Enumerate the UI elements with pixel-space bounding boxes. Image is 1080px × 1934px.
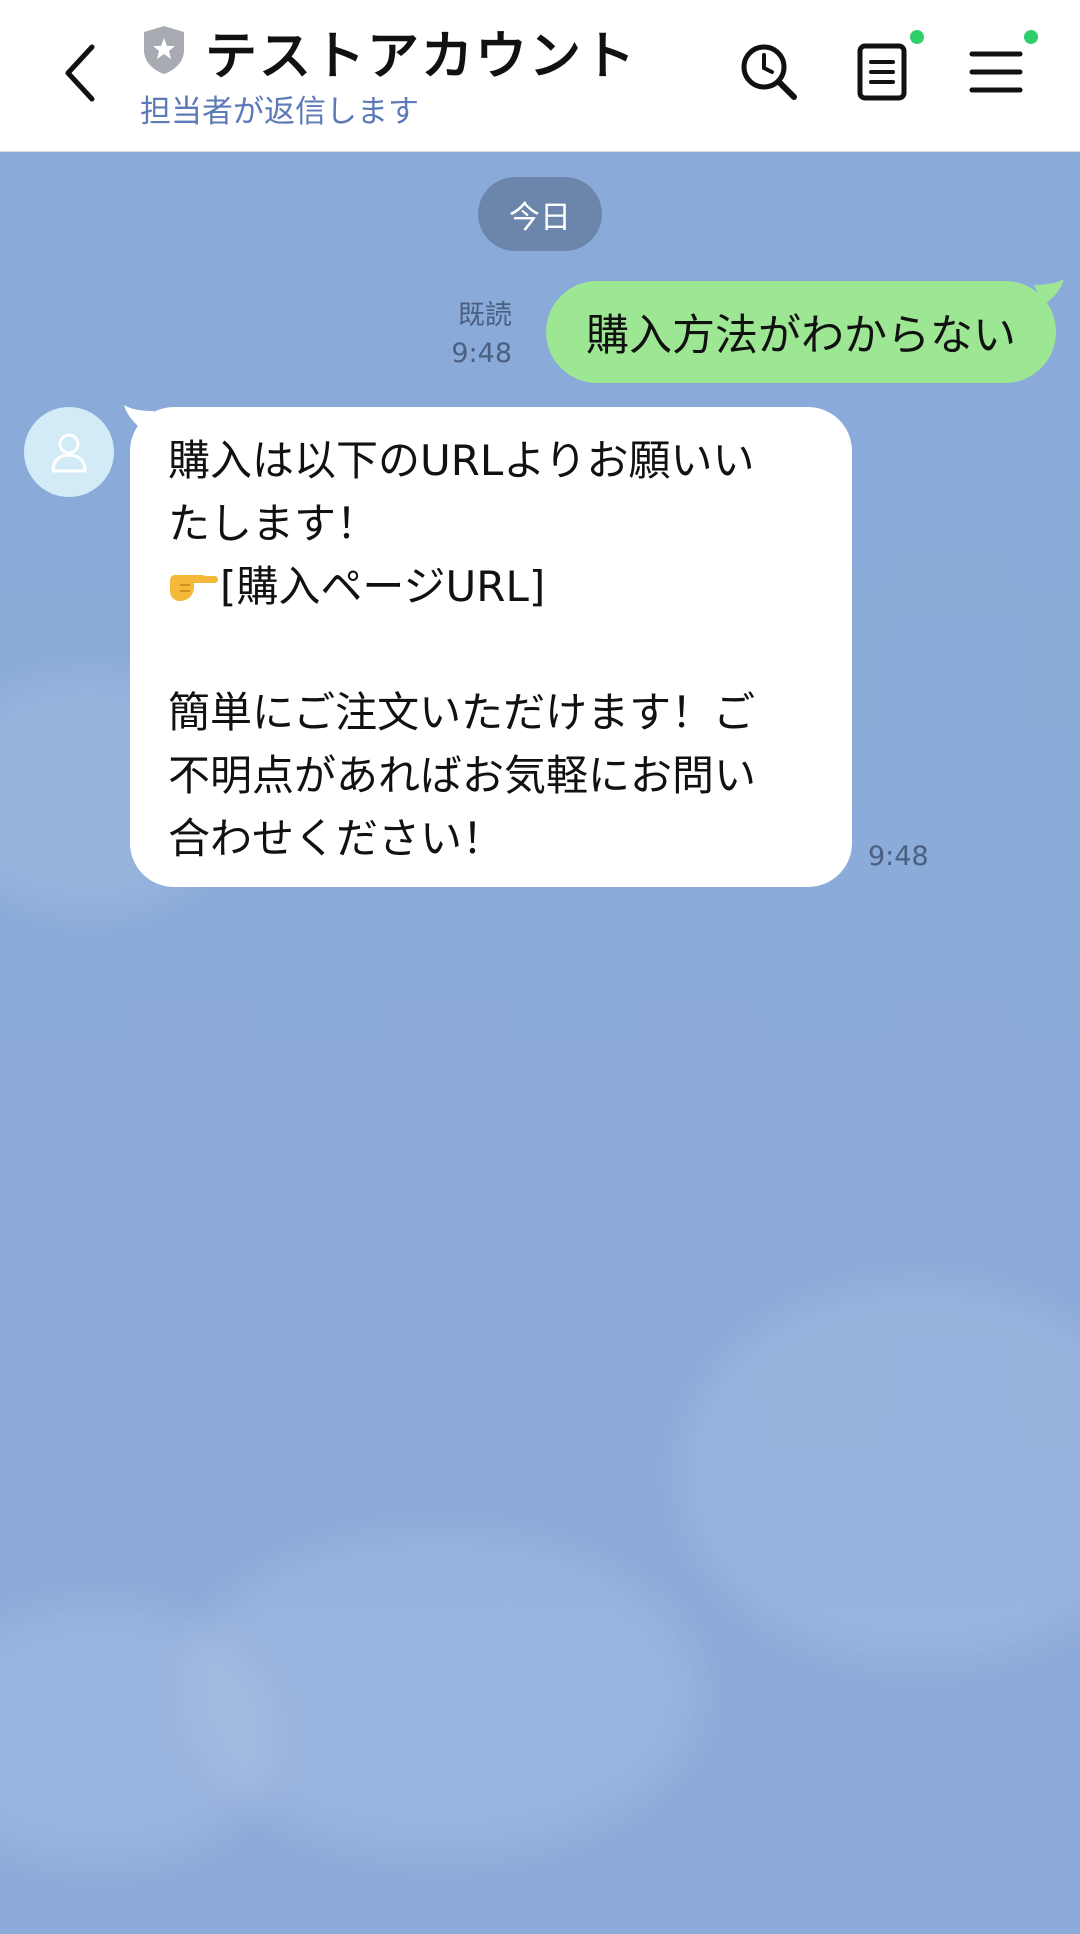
sent-message-meta: 既読 9:48 bbox=[451, 297, 512, 373]
sent-message-bubble[interactable]: 購入方法がわからない bbox=[546, 279, 1064, 383]
back-button[interactable] bbox=[50, 38, 110, 108]
received-message-line: 購入は以下のURLよりお願いい bbox=[168, 436, 755, 485]
purchase-page-link[interactable]: [購入ページURL] bbox=[220, 562, 545, 611]
pointing-hand-emoji bbox=[170, 574, 218, 601]
notes-icon bbox=[857, 43, 907, 101]
read-receipt: 既読 bbox=[458, 300, 512, 331]
chat-title[interactable]: テストアカウント bbox=[205, 14, 637, 89]
chat-header: テストアカウント 担当者が返信します bbox=[0, 0, 1080, 152]
received-message-bubble[interactable]: 購入は以下のURLよりお願いい たします！ [購入ページURL] 簡単にご注文い… bbox=[124, 405, 852, 887]
bubble-tail bbox=[1034, 279, 1064, 305]
search-button[interactable] bbox=[737, 40, 801, 104]
hamburger-menu-icon bbox=[969, 51, 1023, 93]
received-message-link-line[interactable]: [購入ページURL] bbox=[168, 555, 814, 618]
bubble-tail bbox=[124, 405, 154, 431]
menu-button[interactable] bbox=[964, 40, 1028, 104]
notes-notification-dot bbox=[910, 30, 924, 44]
received-message-line: たします！ bbox=[168, 499, 379, 548]
received-message-line: 不明点があればお気軽にお問い bbox=[168, 751, 757, 800]
received-message-line: 合わせください！ bbox=[168, 814, 505, 863]
avatar[interactable] bbox=[24, 407, 114, 497]
clock-search-icon bbox=[741, 44, 797, 100]
sent-message-text: 購入方法がわからない bbox=[586, 311, 1016, 361]
chevron-left-icon bbox=[65, 44, 95, 102]
background-cloud bbox=[680, 1283, 1080, 1663]
chat-area[interactable]: 今日 既読 9:48 購入方法がわからない 購入は以下のURLよりお願いい たし… bbox=[0, 153, 1080, 1934]
shield-star-icon bbox=[144, 26, 184, 74]
received-message-time: 9:48 bbox=[868, 841, 929, 872]
sent-message-time: 9:48 bbox=[451, 338, 512, 369]
person-icon bbox=[51, 433, 87, 473]
notes-button[interactable] bbox=[850, 40, 914, 104]
received-message-line: 簡単にご注文いただけます！ご bbox=[168, 688, 756, 737]
date-separator: 今日 bbox=[478, 177, 602, 251]
chat-subtitle: 担当者が返信します bbox=[140, 94, 419, 130]
menu-notification-dot bbox=[1024, 30, 1038, 44]
